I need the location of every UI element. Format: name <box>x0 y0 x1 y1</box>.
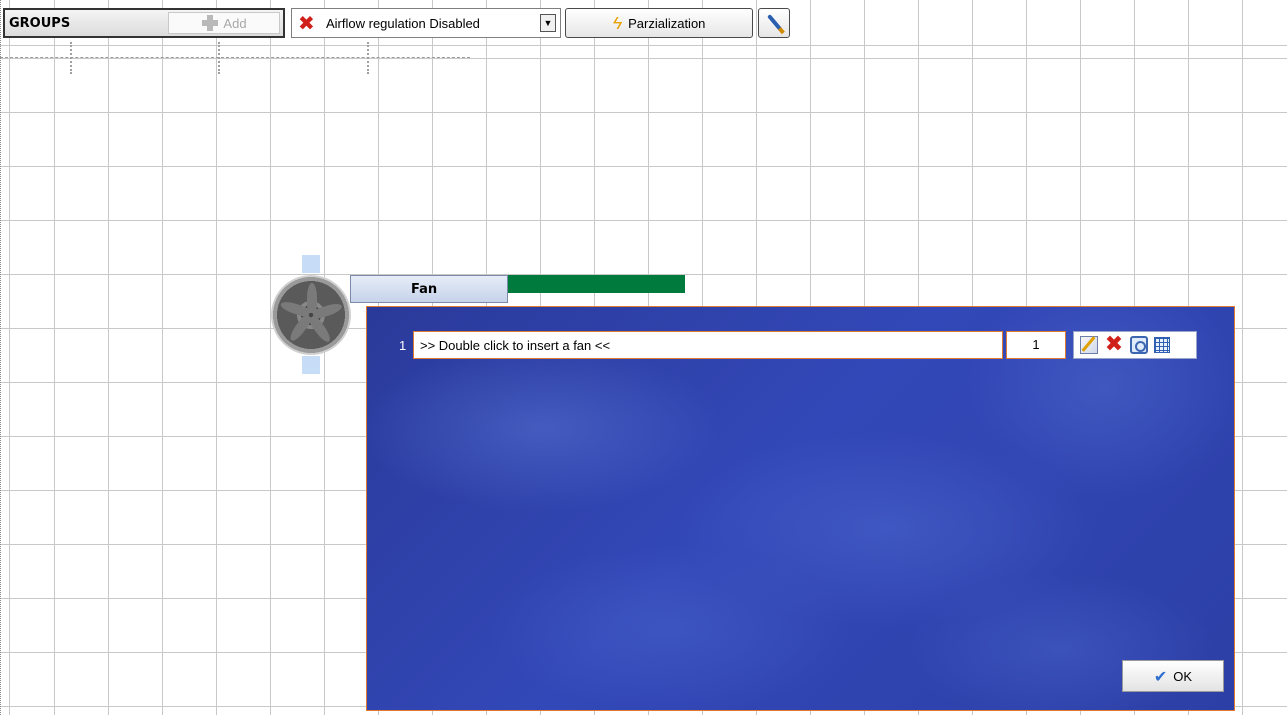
airflow-regulation-select[interactable]: ✖ Airflow regulation Disabled ▼ <box>291 8 561 38</box>
row-number: 1 <box>399 338 407 353</box>
fan-status-bar <box>508 275 685 293</box>
checkmark-icon: ✔ <box>1153 666 1168 686</box>
fan-group-panel: 1 >> Double click to insert a fan << 1 ✖… <box>366 306 1235 711</box>
airflow-regulation-value: Airflow regulation Disabled <box>326 16 480 31</box>
red-x-icon: ✖ <box>298 11 315 35</box>
brush-button[interactable] <box>758 8 790 38</box>
fan-blade <box>287 313 314 344</box>
selection-handle-bottom[interactable] <box>302 356 320 374</box>
toolbar: GROUPS Add ✖ Airflow regulation Disabled… <box>0 0 1287 42</box>
brush-icon <box>767 14 783 32</box>
parzialization-label: Parzialization <box>628 15 706 31</box>
edit-icon[interactable] <box>1080 336 1098 354</box>
vertical-tick <box>70 42 72 74</box>
add-button-label: Add <box>223 15 247 31</box>
lightning-icon: ϟ <box>612 12 623 33</box>
selection-handle-top[interactable] <box>302 255 320 273</box>
fan-insert-field[interactable]: >> Double click to insert a fan << <box>413 331 1003 359</box>
fan-node-label: Fan <box>411 282 438 297</box>
fan-node-tab[interactable]: Fan <box>350 275 508 303</box>
add-button[interactable]: Add <box>168 12 280 34</box>
ok-button[interactable]: ✔ OK <box>1122 660 1224 692</box>
ok-button-label: OK <box>1173 668 1193 684</box>
delete-icon[interactable]: ✖ <box>1104 334 1124 356</box>
parzialization-button[interactable]: ϟ Parzialization <box>565 8 753 38</box>
search-icon[interactable] <box>1130 336 1148 354</box>
vertical-tick <box>218 42 220 74</box>
row-action-icons: ✖ <box>1073 331 1197 359</box>
quantity-value: 1 <box>1032 337 1040 352</box>
vertical-tick <box>367 42 369 74</box>
quantity-field[interactable]: 1 <box>1006 331 1066 359</box>
groups-label: GROUPS <box>9 16 71 31</box>
fan-insert-placeholder: >> Double click to insert a fan << <box>420 338 611 353</box>
grid-icon[interactable] <box>1154 337 1170 353</box>
plus-icon <box>201 14 219 32</box>
canvas-left-border <box>0 0 3 715</box>
fan-icon[interactable] <box>271 275 351 355</box>
groups-panel: GROUPS Add <box>3 8 285 38</box>
dropdown-arrow-icon[interactable]: ▼ <box>540 14 556 32</box>
